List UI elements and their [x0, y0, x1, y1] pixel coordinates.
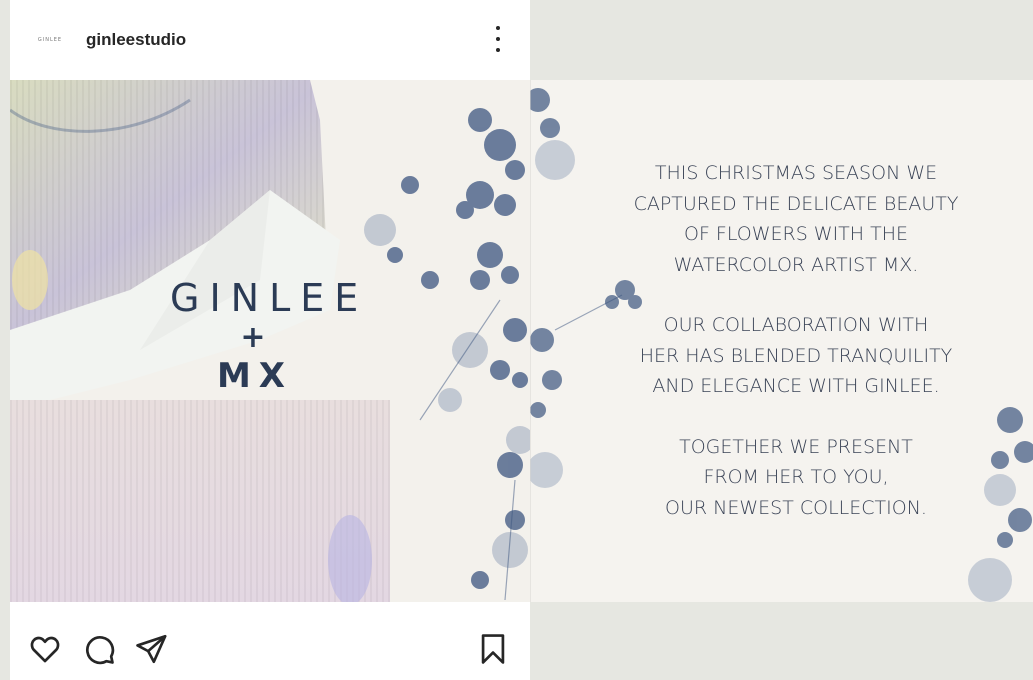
copy-line: TOGETHER WE PRESENT	[679, 435, 913, 458]
copy-line: OF FLOWERS WITH THE	[683, 223, 909, 245]
copy-paragraph-1: THIS CHRISTMAS SEASON WE CAPTURED THE DE…	[616, 158, 976, 280]
brand-line2: MX	[216, 356, 294, 396]
copy-line: OUR NEWEST COLLECTION.	[665, 496, 927, 519]
copy-line: FROM HER TO YOU,	[703, 466, 889, 488]
copy-line: AND ELEGANCE WITH GINLEE.	[652, 375, 940, 397]
more-options-icon[interactable]	[490, 26, 506, 52]
copy-line: HER HAS BLENDED TRANQUILITY	[639, 344, 953, 367]
copy-line: OUR COLLABORATION WITH	[663, 314, 929, 336]
copy-paragraph-3: TOGETHER WE PRESENT FROM HER TO YOU, OUR…	[616, 432, 976, 524]
page-margin	[0, 0, 10, 680]
avatar-label: GINLEE	[37, 37, 63, 43]
comment-icon[interactable]	[82, 632, 116, 666]
post-header: GINLEE ginleestudio	[10, 0, 530, 80]
avatar[interactable]: GINLEE	[28, 18, 72, 62]
collaboration-copy: THIS CHRISTMAS SEASON WE CAPTURED THE DE…	[616, 158, 976, 553]
copy-paragraph-2: OUR COLLABORATION WITH HER HAS BLENDED T…	[616, 310, 976, 402]
copy-line: CAPTURED THE DELICATE BEAUTY	[633, 192, 959, 215]
heart-icon[interactable]	[28, 632, 62, 666]
copy-line: THIS CHRISTMAS SEASON WE	[654, 162, 938, 184]
username[interactable]: ginleestudio	[86, 30, 186, 50]
brand-logo: GINLEE + MX	[170, 276, 369, 396]
brand-line1: GINLEE	[170, 276, 369, 320]
carousel-slide-left[interactable]: GINLEE + MX	[10, 80, 530, 602]
brand-plus: +	[240, 320, 266, 355]
bookmark-icon[interactable]	[476, 632, 510, 666]
post-actions	[10, 604, 530, 680]
send-icon[interactable]	[134, 632, 168, 666]
carousel-slide-right[interactable]: THIS CHRISTMAS SEASON WE CAPTURED THE DE…	[530, 80, 1033, 602]
copy-line: WATERCOLOR ARTIST MX.	[673, 253, 919, 276]
